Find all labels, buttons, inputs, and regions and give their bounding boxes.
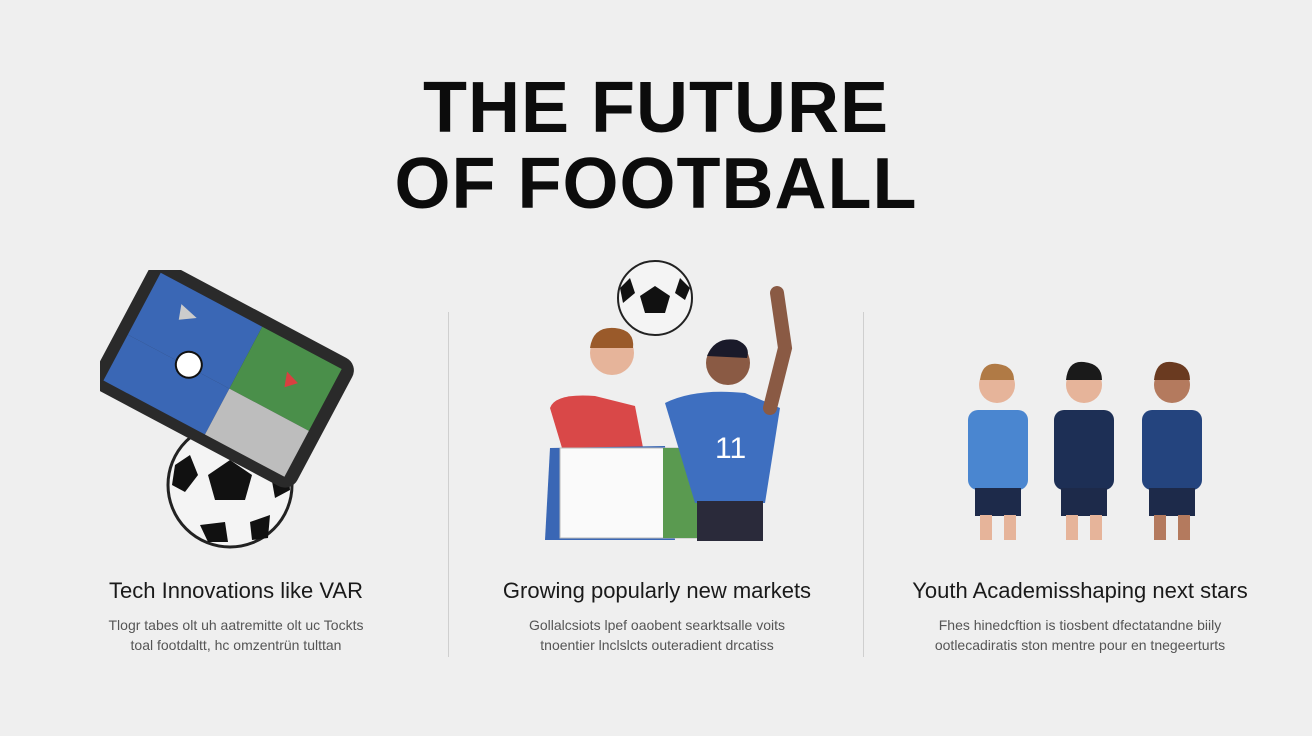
desc-line: tnoentier lnclslcts outeradient drcatiss: [540, 637, 774, 653]
player-figure: [968, 363, 1028, 540]
player-figure: [1142, 361, 1202, 540]
player-figure: [1054, 361, 1114, 540]
soccer-ball-icon: [617, 260, 693, 336]
description-youth: Fhes hinedcftion is tiosbent dfectatandn…: [860, 615, 1300, 655]
desc-line: ootlecadiratis ston mentre pour en tnege…: [934, 637, 1226, 653]
heading-youth: Youth Academisshaping next stars: [912, 578, 1248, 603]
tablet-icon: [100, 270, 354, 488]
title-line-2: OF FOOTBALL: [394, 144, 918, 224]
description-popularity: Gollalcsiots lpef oaobent searktsalle vo…: [437, 615, 877, 655]
page-title: THE FUTURE OF FOOTBALL: [0, 70, 1312, 222]
divider: [448, 312, 449, 657]
desc-line: Fhes hinedcftion is tiosbent dfectatandn…: [938, 617, 1222, 633]
heading-tech: Tech Innovations like VAR: [109, 578, 363, 603]
title-line-1: THE FUTURE: [423, 68, 889, 148]
youth-players-illustration: [968, 361, 1202, 540]
desc-line: Tlogr tabes olt uh aatremitte olt uc Toc…: [108, 617, 364, 633]
divider: [863, 312, 864, 657]
description-tech: Tlogr tabes olt uh aatremitte olt uc Toc…: [16, 615, 456, 655]
heading-popularity: Growing popularly new markets: [502, 578, 812, 603]
jersey-number: 11: [715, 432, 746, 465]
desc-line: Gollalcsiots lpef oaobent searktsalle vo…: [528, 617, 786, 633]
desc-line: toal footdaltt, hc omzentrün tulttan: [130, 637, 342, 653]
var-tablet-illustration: [100, 270, 354, 549]
fans-illustration: 11: [545, 260, 793, 541]
